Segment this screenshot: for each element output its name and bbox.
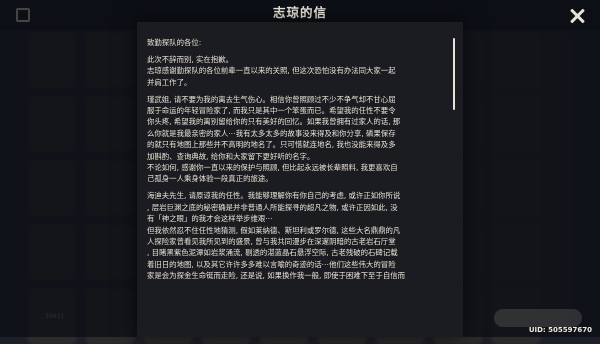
letter-content[interactable]: 致勤探队的各位: 此次不辞而别, 实在抱歉。 志琼感谢勤探队的各位前辈一直以来的… [147, 37, 451, 329]
letter-paragraph: 此次不辞而别, 实在抱歉。 志琼感谢勤探队的各位前辈一直以来的关照, 但这次恐怕… [147, 54, 396, 87]
close-button[interactable] [568, 7, 586, 25]
letter-paragraph: 海迪夫先生, 请原谅我的任性。我能够理解你有你自己的考虑, 或许正如你所说 , … [147, 191, 405, 281]
letter-scrollbar[interactable] [453, 38, 455, 110]
letter-greeting: 致勤探队的各位: [147, 38, 202, 47]
letter-panel: 致勤探队的各位: 此次不辞而别, 实在抱歉。 志琼感谢勤探队的各位前辈一直以来的… [137, 22, 463, 337]
uid-label: UID: 505597670 [528, 326, 592, 334]
letter-title: 志琼的信 [272, 5, 327, 20]
letter-paragraph: 瑾武姐, 请不要为我的离去生气伤心。相信你曾照顾过不少不争气却不甘心屈 服于命运… [147, 94, 401, 184]
